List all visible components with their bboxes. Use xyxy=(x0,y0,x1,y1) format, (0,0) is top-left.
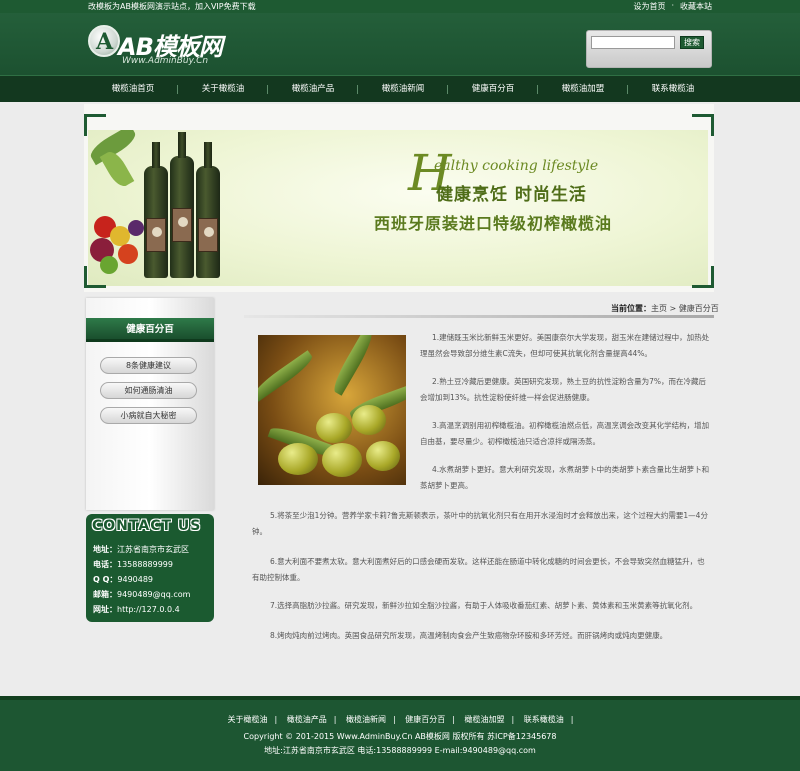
fruit-decoration xyxy=(128,220,144,236)
nav-item-home[interactable]: 橄榄油首页 xyxy=(88,76,178,103)
search-box: 搜索 xyxy=(586,30,712,68)
footer-link-health[interactable]: 健康百分百 xyxy=(405,715,445,724)
site-logo[interactable]: A AB模板网 Www.AdminBuy.Cn xyxy=(88,25,238,66)
article-paragraph: 4.水煮胡萝卜更好。意大利研究发现，水煮胡萝卜中的类胡萝卜素含量比生胡萝卜和蒸胡… xyxy=(420,465,710,490)
banner-corner xyxy=(692,114,714,136)
footer-address: 地址:江苏省南京市玄武区 电话:13588889999 E-mail:94904… xyxy=(264,746,536,755)
contact-phone: 电话：13588889999 xyxy=(93,560,173,569)
footer-link-contact[interactable]: 联系橄榄油 xyxy=(524,715,564,724)
article-paragraph: 2.熟土豆冷藏后更健康。英国研究发现，熟土豆的抗性淀粉含量为7%，而在冷藏后会增… xyxy=(420,377,707,402)
search-input[interactable] xyxy=(591,36,675,49)
contact-email: 邮箱：9490489@qq.com xyxy=(93,590,191,599)
set-home-link[interactable]: 设为首页 xyxy=(633,1,665,12)
sidebar-title: 健康百分百 xyxy=(86,318,214,342)
banner-corner xyxy=(84,114,106,136)
favorite-link[interactable]: 收藏本站 xyxy=(680,1,712,12)
fruit-decoration xyxy=(118,244,138,264)
breadcrumb: 当前位置：主页 > 健康百分百 xyxy=(611,304,719,313)
article-paragraph: 6.意大利面不要煮太软。意大利面煮好后的口感会硬而发软。这样还能在肠道中转化成糖… xyxy=(252,557,705,582)
olive-oil-bottle xyxy=(196,142,220,278)
breadcrumb-home[interactable]: 主页 xyxy=(651,304,667,313)
contact-title: CONTACT US xyxy=(92,518,202,534)
nav-item-products[interactable]: 橄榄油产品 xyxy=(268,76,358,103)
top-notice: 改模板为AB模板网演示站点，加入VIP免费下载 xyxy=(88,2,256,11)
footer-link-about[interactable]: 关于橄榄油 xyxy=(228,715,268,724)
footer-copyright: Copyright © 201-2015 Www.AdminBuy.Cn AB模… xyxy=(243,732,557,741)
footer-links: 关于橄榄油 | 橄榄油产品 | 橄榄油新闻 | 健康百分百 | 橄榄油加盟 | 联系橄榄油… xyxy=(227,715,574,724)
site-header: A AB模板网 Www.AdminBuy.Cn 搜索 xyxy=(0,13,800,75)
article-paragraph: 5.将茶至少泡1分钟。营养学家卡莉?鲁克斯顿表示，茶叶中的抗氧化剂只有在用开水浸… xyxy=(252,511,708,536)
sidebar-item-secret[interactable]: 小病就自大秘密 xyxy=(100,407,197,424)
breadcrumb-divider xyxy=(244,315,714,318)
olive-oil-bottle xyxy=(170,132,194,278)
article-paragraph: 7.选择高脂肪沙拉酱。研究发现，新鲜沙拉如全脂沙拉酱，有助于人体吸收番茄红素、胡… xyxy=(270,601,698,610)
contact-address: 地址：江苏省南京市玄武区 xyxy=(93,545,189,554)
top-bar: 改模板为AB模板网演示站点，加入VIP免费下载 设为首页 · 收藏本站 xyxy=(0,0,800,13)
banner-english: ealthy cooking lifestyle xyxy=(434,158,599,174)
banner-slogan: 健康烹饪 时尚生活 xyxy=(436,185,587,205)
banner: H ealthy cooking lifestyle 健康烹饪 时尚生活 西班牙… xyxy=(88,130,708,286)
nav-item-contact[interactable]: 联系橄榄油 xyxy=(628,76,718,103)
olive-photo xyxy=(258,335,406,485)
contact-web: 网址：http://127.0.0.4 xyxy=(93,605,180,614)
nav-item-health[interactable]: 健康百分百 xyxy=(448,76,538,103)
banner-corner xyxy=(84,266,106,288)
sidebar-item-clean-oil[interactable]: 如何通肠清油 xyxy=(100,382,197,399)
article-paragraph: 8.烤肉炖肉前过烤肉。英国食品研究所发现，高温烤制肉食会产生致癌物杂环胺和多环芳… xyxy=(270,631,668,640)
top-links: 设为首页 · 收藏本站 xyxy=(633,1,712,12)
contact-qq: Q Q：9490489 xyxy=(93,575,154,584)
contact-box: CONTACT US 地址：江苏省南京市玄武区 电话：13588889999 Q… xyxy=(86,514,214,622)
nav-item-about[interactable]: 关于橄榄油 xyxy=(178,76,268,103)
banner-corner xyxy=(692,266,714,288)
fruit-decoration xyxy=(110,226,130,246)
olive-oil-bottle xyxy=(144,142,168,278)
nav-item-news[interactable]: 橄榄油新闻 xyxy=(358,76,448,103)
footer-link-products[interactable]: 橄榄油产品 xyxy=(287,715,327,724)
footer-link-news[interactable]: 橄榄油新闻 xyxy=(346,715,386,724)
breadcrumb-current: 健康百分百 xyxy=(678,304,719,313)
search-button[interactable]: 搜索 xyxy=(680,36,704,49)
article-paragraph: 1.建储既玉米比新鲜玉米更好。美国康奈尔大学发现，甜玉米在建储过程中，加热处理虽… xyxy=(420,333,710,358)
top-separator: · xyxy=(671,1,674,10)
logo-url: Www.AdminBuy.Cn xyxy=(122,56,209,66)
main-nav: 橄榄油首页 关于橄榄油 橄榄油产品 橄榄油新闻 健康百分百 橄榄油加盟 联系橄榄… xyxy=(0,75,800,102)
sidebar-item-health-tips[interactable]: 8条健康建议 xyxy=(100,357,197,374)
logo-mark-icon: A xyxy=(88,25,120,57)
footer-link-franchise[interactable]: 橄榄油加盟 xyxy=(465,715,505,724)
leaf-decoration xyxy=(99,148,135,190)
article-paragraph: 3.高温烹调别用初榨橄榄油。初榨橄榄油燃点低，高温烹调会改变其化学结构，增加自由… xyxy=(420,421,710,446)
nav-item-franchise[interactable]: 橄榄油加盟 xyxy=(538,76,628,103)
banner-subtitle: 西班牙原装进口特级初榨橄榄油 xyxy=(374,214,613,233)
